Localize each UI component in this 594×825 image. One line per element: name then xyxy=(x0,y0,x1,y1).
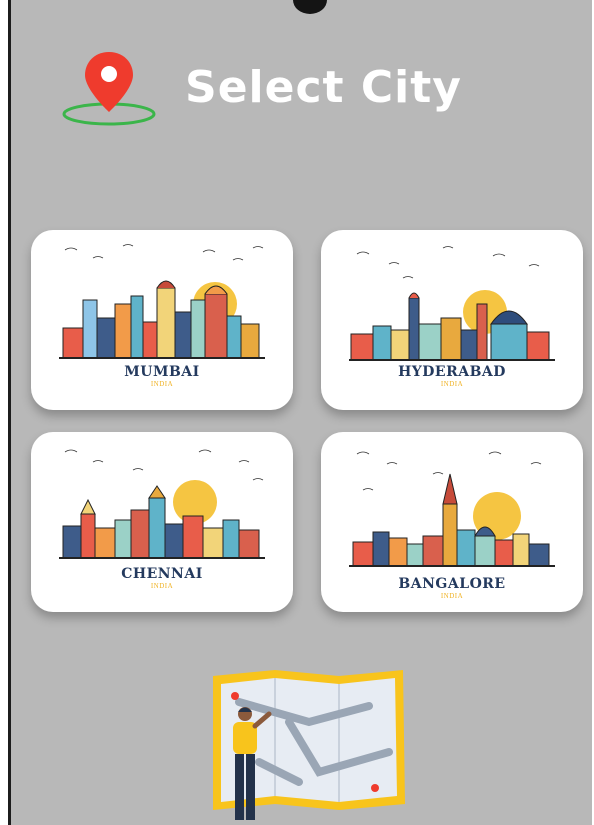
city-name-hyderabad: HYDERABAD xyxy=(398,364,506,380)
country-label-mumbai: INDIA xyxy=(150,380,174,388)
city-name-bangalore: BANGALORE xyxy=(398,576,506,592)
map-illustration xyxy=(213,670,405,820)
page-title: Select City xyxy=(185,62,462,113)
bangalore-skyline-icon xyxy=(349,451,555,567)
city-name-chennai: CHENNAI xyxy=(121,566,203,582)
camera-notch xyxy=(293,0,327,14)
city-name-mumbai: MUMBAI xyxy=(124,364,200,380)
chennai-skyline-icon xyxy=(59,449,265,559)
hyderabad-skyline-icon xyxy=(349,246,555,361)
city-card-mumbai[interactable]: MUMBAI INDIA xyxy=(31,230,293,410)
location-pin-icon xyxy=(62,52,156,126)
app-screen: Select City MUMBAI INDIA HYDERABAD INDIA… xyxy=(8,0,592,825)
country-label-hyderabad: INDIA xyxy=(440,380,464,388)
city-card-bangalore[interactable]: BANGALORE INDIA xyxy=(321,432,583,612)
city-card-hyderabad[interactable]: HYDERABAD INDIA xyxy=(321,230,583,410)
mumbai-skyline-icon xyxy=(59,244,265,359)
city-card-chennai[interactable]: CHENNAI INDIA xyxy=(31,432,293,612)
country-label-chennai: INDIA xyxy=(150,582,174,590)
country-label-bangalore: INDIA xyxy=(440,592,464,600)
